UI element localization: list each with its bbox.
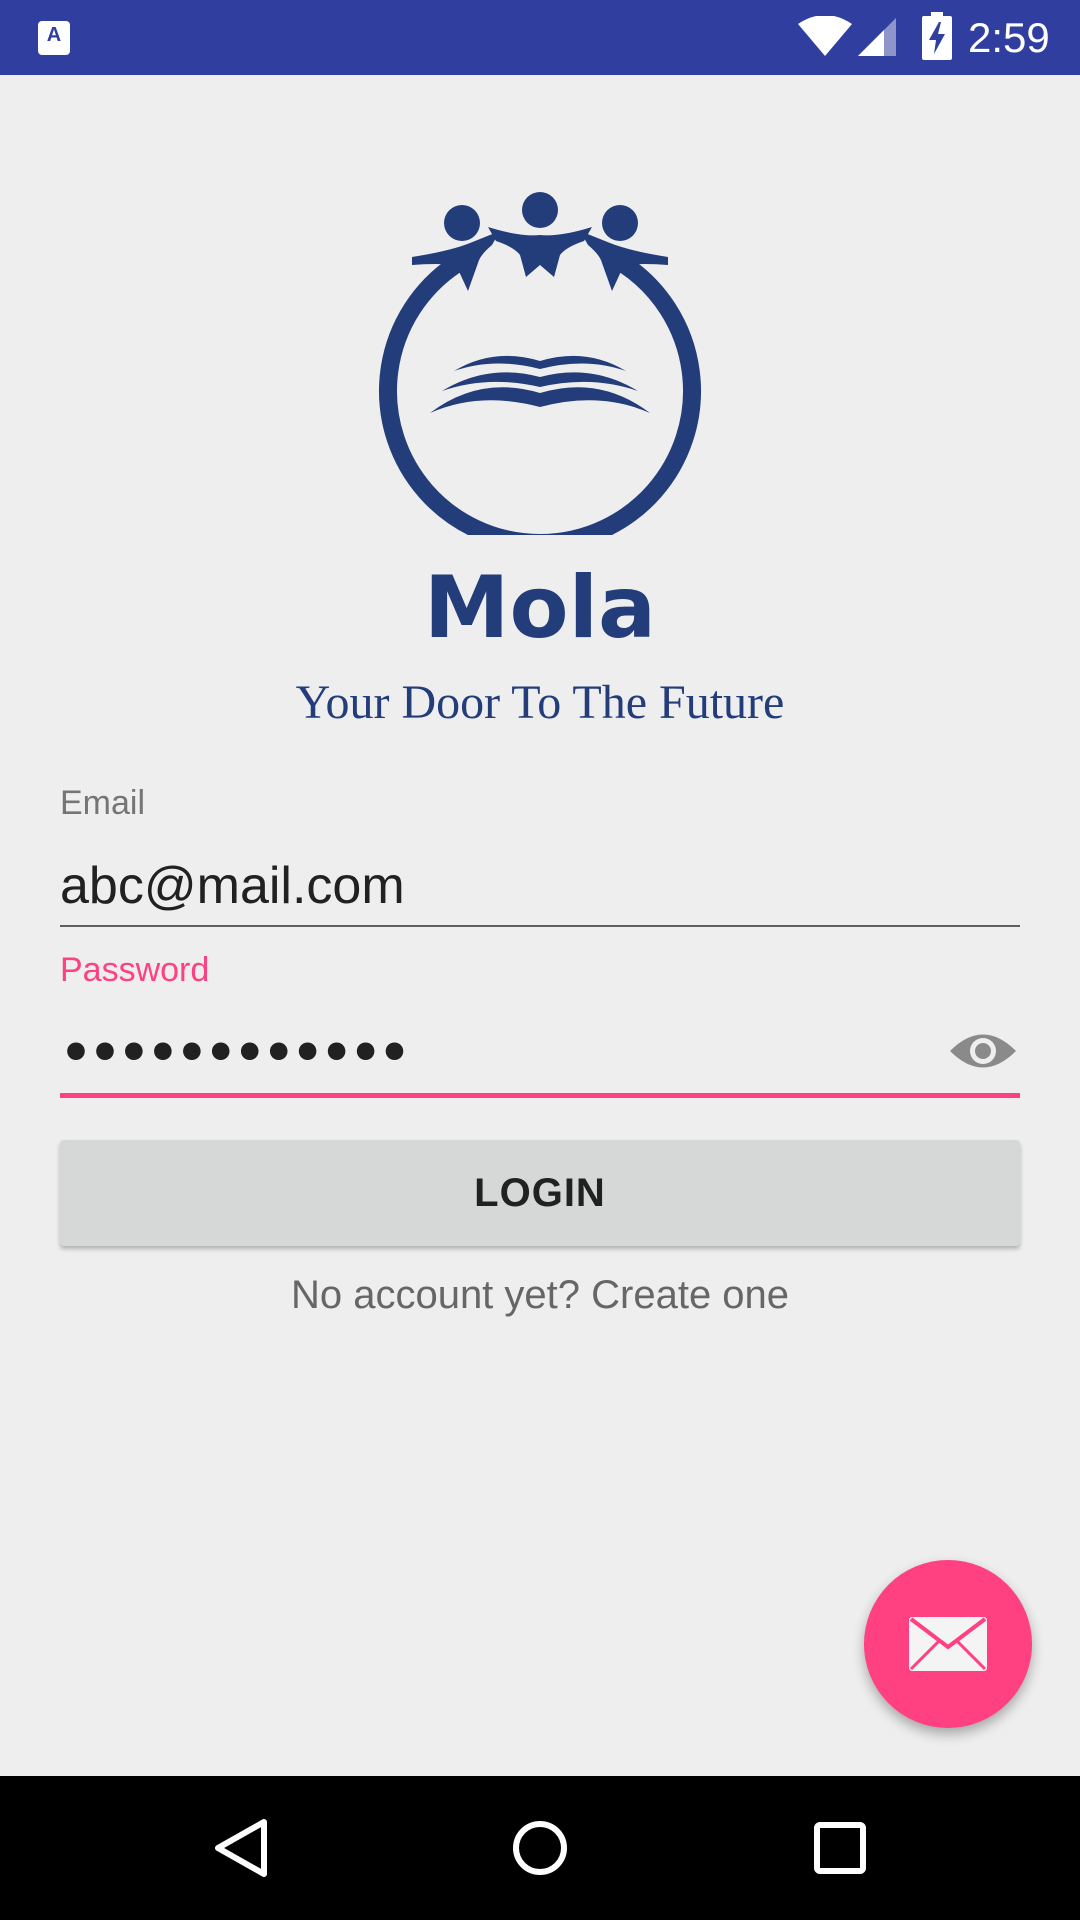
- wifi-icon: [798, 16, 852, 56]
- create-account-link[interactable]: No account yet? Create one: [0, 1270, 1080, 1320]
- app-notification-icon: A: [38, 21, 70, 55]
- password-underline: [60, 1093, 1020, 1098]
- battery-charging-icon: [922, 12, 952, 60]
- mail-icon: [909, 1617, 987, 1671]
- email-label: Email: [60, 784, 146, 822]
- status-bar: A 2:59: [0, 0, 1080, 75]
- eye-icon[interactable]: [948, 1026, 1018, 1076]
- home-icon[interactable]: [510, 1816, 570, 1880]
- email-underline: [60, 925, 1020, 927]
- mola-logo-icon: [379, 192, 701, 535]
- brand-name: Mola: [423, 558, 657, 658]
- status-time: 2:59: [968, 14, 1050, 61]
- password-label: Password: [60, 951, 210, 989]
- navigation-bar: [0, 1776, 1080, 1920]
- login-button[interactable]: LOGIN: [60, 1140, 1020, 1246]
- app-notification-letter: A: [46, 24, 62, 46]
- brand-tagline: Your Door To The Future: [295, 676, 785, 729]
- back-icon[interactable]: [210, 1816, 272, 1880]
- cell-signal-icon: [858, 18, 896, 56]
- password-field[interactable]: ••••••••••••: [60, 1020, 410, 1086]
- email-field[interactable]: [60, 850, 1020, 922]
- recents-icon[interactable]: [812, 1820, 868, 1876]
- mail-fab-button[interactable]: [864, 1560, 1032, 1728]
- login-screen: A 2:59 Mola Your Door To The Future Emai…: [0, 0, 1080, 1920]
